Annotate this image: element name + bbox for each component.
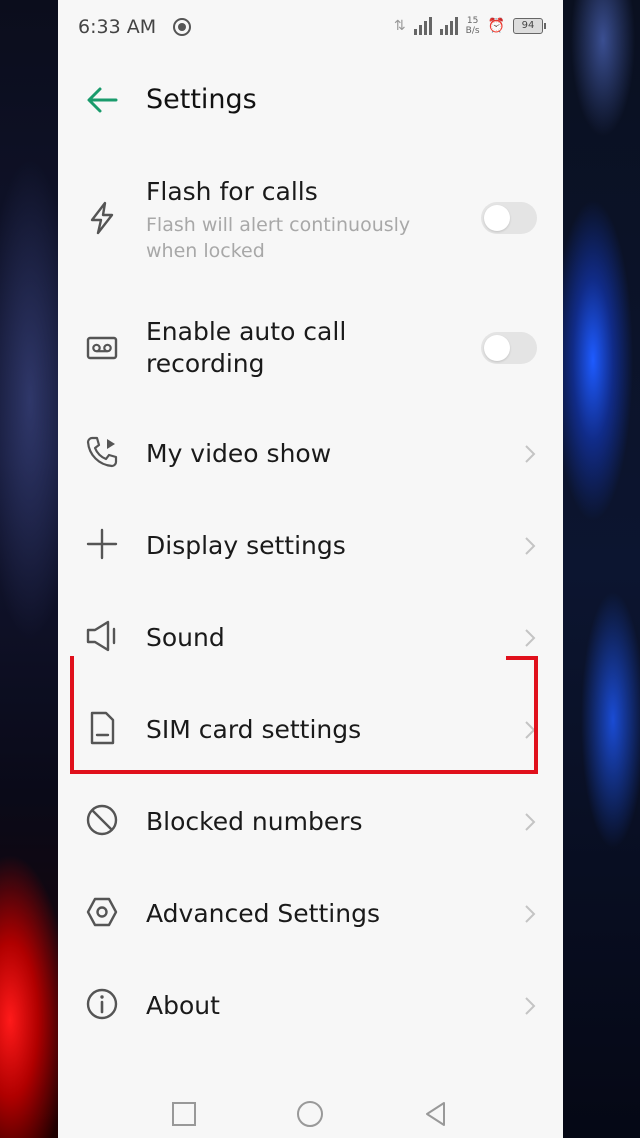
settings-screen: 6:33 AM ⇅ 15 B/s ⏰ 94 Settings Flash for…	[58, 0, 563, 1138]
block-icon	[86, 804, 118, 836]
settings-item-sim-card-settings[interactable]: SIM card settings	[58, 696, 563, 764]
settings-item-label: About	[146, 991, 220, 1020]
net-speed-unit: B/s	[465, 26, 480, 36]
settings-item-label: Advanced Settings	[146, 899, 380, 928]
status-time: 6:33 AM	[78, 16, 157, 38]
settings-item-advanced-settings[interactable]: Advanced Settings	[58, 880, 563, 948]
chevron-right-icon	[525, 537, 536, 555]
settings-item-label: Blocked numbers	[146, 807, 363, 836]
chevron-right-icon	[525, 905, 536, 923]
signal-2-icon	[439, 17, 458, 35]
chevron-right-icon	[525, 997, 536, 1015]
arrow-left-icon[interactable]	[84, 82, 120, 118]
settings-item-sound[interactable]: Sound	[58, 604, 563, 672]
settings-item-about[interactable]: About	[58, 972, 563, 1040]
settings-item-label: Enable auto call recording	[146, 317, 347, 378]
wallpaper-right	[563, 0, 640, 1138]
net-speed: 15 B/s	[466, 16, 480, 36]
settings-item-label: SIM card settings	[146, 715, 362, 744]
signal-icon	[413, 17, 432, 35]
chevron-right-icon	[525, 445, 536, 463]
wallpaper-left	[0, 0, 58, 1138]
settings-item-blocked-numbers[interactable]: Blocked numbers	[58, 788, 563, 856]
settings-item-label: Display settings	[146, 531, 346, 560]
settings-item-label: My video show	[146, 439, 332, 468]
settings-item-display-settings[interactable]: Display settings	[58, 512, 563, 580]
navigation-bar	[58, 1088, 563, 1138]
chevron-right-icon	[525, 721, 536, 739]
flash-for-calls-toggle[interactable]	[481, 202, 537, 234]
settings-item-description: Flash will alert continuously when locke…	[146, 214, 411, 262]
chevron-right-icon	[525, 629, 536, 647]
settings-item-auto-call-recording[interactable]: Enable auto call recording	[58, 312, 563, 392]
vibrate-icon: ⇅	[393, 18, 406, 34]
home-button[interactable]	[296, 1100, 324, 1128]
net-speed-value: 15	[466, 16, 479, 26]
page-title: Settings	[146, 84, 257, 115]
settings-item-my-video-show[interactable]: My video show	[58, 420, 563, 488]
screen-record-icon	[173, 18, 191, 36]
settings-item-flash-for-calls[interactable]: Flash for calls Flash will alert continu…	[58, 170, 563, 270]
alarm-icon: ⏰	[487, 18, 505, 34]
recents-button[interactable]	[170, 1100, 198, 1128]
chevron-right-icon	[525, 813, 536, 831]
settings-item-label: Flash for calls	[146, 177, 318, 206]
hexagon-settings-icon	[86, 897, 118, 927]
settings-item-label: Sound	[146, 623, 225, 652]
app-header: Settings	[58, 72, 563, 128]
plus-icon	[86, 528, 118, 560]
status-bar: 6:33 AM ⇅ 15 B/s ⏰ 94	[58, 0, 563, 56]
speaker-icon	[86, 620, 116, 652]
back-nav-button[interactable]	[422, 1100, 450, 1128]
battery-icon: 94	[513, 18, 546, 34]
info-icon	[86, 988, 118, 1020]
flash-icon	[90, 201, 114, 235]
auto-call-recording-toggle[interactable]	[481, 332, 537, 364]
recording-icon	[86, 336, 118, 360]
sim-card-icon	[90, 711, 115, 745]
video-call-icon	[86, 436, 118, 468]
